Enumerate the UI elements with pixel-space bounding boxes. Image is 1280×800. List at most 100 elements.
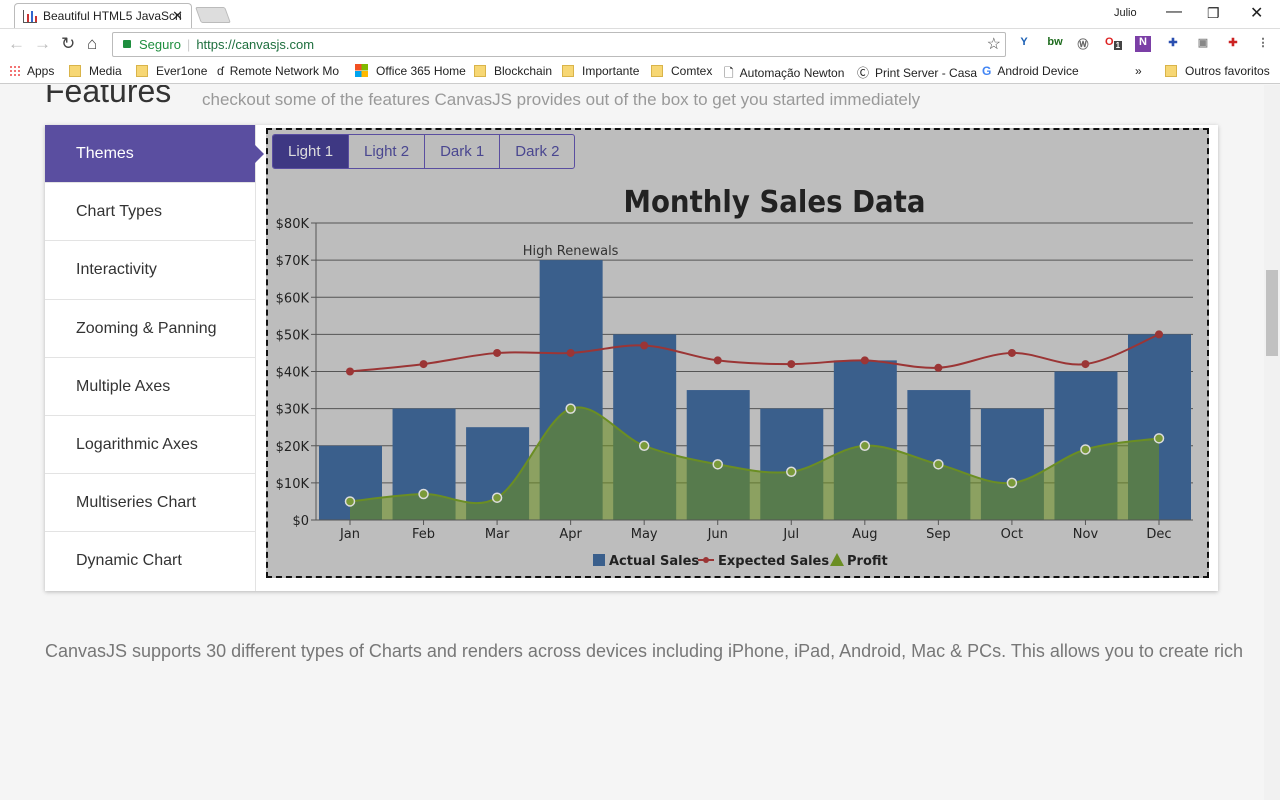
bookmark-folder[interactable]: Media <box>69 64 122 78</box>
sidebar-item-interactivity[interactable]: Interactivity <box>45 241 255 300</box>
minimize-icon[interactable]: — <box>1166 3 1182 21</box>
page-icon: 🗋 <box>724 66 734 80</box>
expected-point-aug <box>860 356 869 365</box>
y-tick-label: $30K <box>276 403 310 418</box>
scrollbar-thumb[interactable] <box>1266 270 1278 356</box>
extension-bw-icon[interactable]: bw <box>1045 36 1065 52</box>
bookmark-link[interactable]: Ⓒ Print Server - Casa <box>857 64 977 81</box>
restore-icon[interactable]: ❐ <box>1207 5 1220 22</box>
legend-profit-label: Profit <box>847 554 888 569</box>
y-tick-label: $40K <box>276 366 310 381</box>
page-content: Features checkout some of the features C… <box>0 85 1264 800</box>
wordpress-icon[interactable]: Ⓦ <box>1075 36 1091 52</box>
x-tick-label: Feb <box>412 527 435 542</box>
home-icon[interactable]: ⌂ <box>87 34 97 54</box>
theme-dark-2[interactable]: Dark 2 <box>499 135 574 168</box>
x-tick-label: Dec <box>1146 527 1171 542</box>
toolbar: ← → ↻ ⌂ Seguro | https://canvasjs.com ☆ Y … <box>0 28 1280 60</box>
sidebar-item-multiple-axes[interactable]: Multiple Axes <box>45 358 255 416</box>
x-tick-label: May <box>631 527 658 542</box>
folder-icon <box>474 65 486 77</box>
extension-bag-icon[interactable]: ▣ <box>1195 36 1211 52</box>
bookmark-link[interactable]: G Android Device <box>982 64 1079 78</box>
y-tick-label: $50K <box>276 328 310 343</box>
sidebar-item-multiseries[interactable]: Multiseries Chart <box>45 474 255 533</box>
profit-point-jul <box>786 466 797 477</box>
folder-icon <box>136 65 148 77</box>
secure-label: Seguro <box>139 37 181 52</box>
forward-icon[interactable]: → <box>34 34 51 54</box>
extension-network-icon[interactable]: ✚ <box>1165 36 1181 52</box>
legend-actual-label: Actual Sales <box>609 554 699 569</box>
folder-icon <box>69 65 81 77</box>
y-tick-label: $20K <box>276 440 310 455</box>
legend-actual-swatch <box>593 554 605 566</box>
back-icon[interactable]: ← <box>8 34 25 54</box>
expected-point-may <box>640 341 649 350</box>
menu-icon[interactable]: ⋮ <box>1255 36 1271 52</box>
profit-point-jun <box>712 459 723 470</box>
folder-icon <box>1165 65 1177 77</box>
browser-tab[interactable]: Beautiful HTML5 JavaScri ✕ <box>14 3 192 28</box>
profit-point-feb <box>418 488 429 500</box>
x-tick-label: Oct <box>1001 527 1023 542</box>
close-tab-icon[interactable]: ✕ <box>172 8 183 24</box>
folder-icon <box>651 65 663 77</box>
chart-title: Monthly Sales Data <box>624 184 926 219</box>
theme-dark-1[interactable]: Dark 1 <box>424 135 499 168</box>
apps-grid-icon <box>9 65 21 77</box>
opera-icon[interactable]: O1 <box>1105 36 1123 52</box>
legend-expected-label: Expected Sales <box>718 554 829 569</box>
sidebar-item-chart-types[interactable]: Chart Types <box>45 183 255 242</box>
extension-grid-icon[interactable]: ✚ <box>1225 36 1241 52</box>
expected-point-jun <box>713 356 722 365</box>
extension-y-icon[interactable]: Y <box>1016 36 1032 52</box>
sidebar-item-log-axes[interactable]: Logarithmic Axes <box>45 416 255 475</box>
close-window-icon[interactable]: ✕ <box>1250 3 1263 23</box>
bookmark-folder[interactable]: Ever1one <box>136 64 207 78</box>
url-text[interactable]: https://canvasjs.com <box>196 37 314 52</box>
theme-light-2[interactable]: Light 2 <box>348 135 424 168</box>
x-tick-label: Apr <box>559 527 582 542</box>
bookmark-folder[interactable]: Blockchain <box>474 64 552 78</box>
expected-point-mar <box>493 348 502 357</box>
tab-title: Beautiful HTML5 JavaScri <box>43 9 182 23</box>
sidebar-item-zooming[interactable]: Zooming & Panning <box>45 300 255 358</box>
reload-icon[interactable]: ↻ <box>61 34 75 54</box>
expected-point-nov <box>1081 360 1090 369</box>
profile-name[interactable]: Julio <box>1114 7 1137 19</box>
sidebar-item-themes[interactable]: Themes <box>45 125 264 184</box>
legend-expected-marker <box>703 557 709 563</box>
sidebar-item-dynamic[interactable]: Dynamic Chart <box>45 532 255 590</box>
bookmark-star-icon[interactable]: ☆ <box>987 34 1001 54</box>
address-bar[interactable]: Seguro | https://canvasjs.com ☆ <box>112 32 1006 57</box>
bookmarks-bar: Apps Media Ever1one ɗ Remote Network Mo O… <box>0 60 1280 84</box>
bookmark-link[interactable]: Office 365 Home <box>355 64 466 78</box>
profit-point-oct <box>1006 477 1018 489</box>
profit-point-sep <box>933 459 944 470</box>
section-subtitle: checkout some of the features CanvasJS p… <box>202 90 921 109</box>
theme-light-1[interactable]: Light 1 <box>273 135 349 168</box>
profit-point-nov <box>1080 444 1091 455</box>
onenote-icon[interactable]: N <box>1135 36 1151 52</box>
more-bookmarks-button[interactable]: » <box>1135 64 1142 78</box>
x-tick-label: Jan <box>339 527 360 542</box>
new-tab-button[interactable] <box>195 7 231 23</box>
expected-point-apr <box>566 348 575 357</box>
description-text: CanvasJS supports 30 different types of … <box>45 641 1243 661</box>
expected-sales-line <box>349 333 1160 373</box>
profit-point-jan <box>344 496 356 507</box>
lock-icon <box>123 40 131 48</box>
bookmark-folder[interactable]: Importante <box>562 64 639 78</box>
bookmark-folder[interactable]: Comtex <box>651 64 712 78</box>
scrollbar[interactable] <box>1264 85 1280 800</box>
bookmark-link[interactable]: ɗ Remote Network Mo <box>217 64 339 78</box>
y-tick-label: $70K <box>276 254 310 269</box>
bookmark-other-folder[interactable]: Outros favoritos <box>1165 64 1270 78</box>
bookmark-apps[interactable]: Apps <box>9 64 54 78</box>
x-tick-label: Nov <box>1073 527 1099 542</box>
x-tick-label: Mar <box>485 527 510 542</box>
expected-point-sep <box>934 363 943 372</box>
bookmark-link[interactable]: 🗋 Automação Newton <box>724 64 844 85</box>
microsoft-icon <box>355 64 368 77</box>
